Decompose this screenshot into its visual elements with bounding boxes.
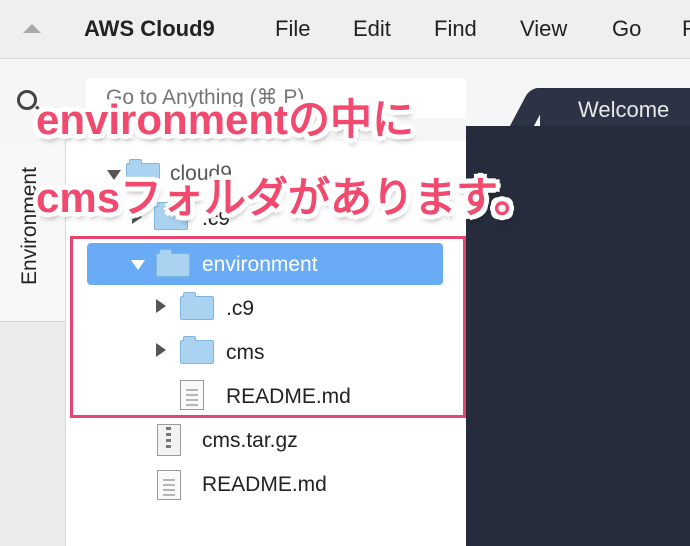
menu-go[interactable]: Go <box>612 16 641 42</box>
annotation-line-1: environmentの中に <box>36 96 415 143</box>
menu-file[interactable]: File <box>275 16 310 42</box>
menu-view[interactable]: View <box>520 16 567 42</box>
archive-icon <box>157 424 181 456</box>
tree-item-readme[interactable]: README.md <box>202 473 327 497</box>
search-icon[interactable] <box>17 90 37 110</box>
app-title-menu[interactable]: AWS Cloud9 <box>84 16 215 42</box>
file-icon <box>157 470 181 500</box>
menu-edit[interactable]: Edit <box>353 16 391 42</box>
collapse-menu-icon[interactable] <box>23 24 41 33</box>
menu-find[interactable]: Find <box>434 16 477 42</box>
highlight-box <box>70 236 466 418</box>
tab-welcome-label: Welcome <box>578 97 670 122</box>
menu-run[interactable]: R <box>682 16 690 42</box>
annotation-line-2: cmsフォルダがあります。 <box>36 174 536 221</box>
tree-item-cms-tar-gz[interactable]: cms.tar.gz <box>202 429 298 453</box>
